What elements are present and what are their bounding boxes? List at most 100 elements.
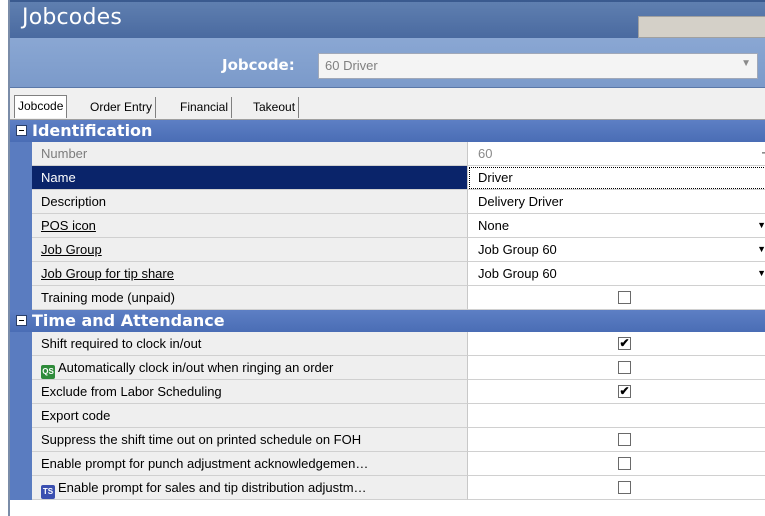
- property-row-shift-required-to-clock-in-out[interactable]: Shift required to clock in/out ✔: [10, 332, 765, 356]
- property-value-text: Job Group 60: [478, 266, 557, 281]
- property-row-exclude-from-labor-scheduling[interactable]: Exclude from Labor Scheduling ✔: [10, 380, 765, 404]
- property-value[interactable]: [468, 286, 765, 310]
- property-row-training-mode-unpaid[interactable]: Training mode (unpaid): [10, 286, 765, 310]
- property-value[interactable]: [468, 404, 765, 428]
- property-name[interactable]: Job Group for tip share: [32, 262, 468, 286]
- property-value[interactable]: [468, 476, 765, 500]
- property-value[interactable]: None ▼: [468, 214, 765, 238]
- window-title: Jobcodes: [22, 5, 123, 30]
- property-name: Export code: [32, 404, 468, 428]
- property-row-pos-icon[interactable]: POS icon None ▼: [10, 214, 765, 238]
- property-value-text: Job Group 60: [478, 242, 557, 257]
- property-name[interactable]: POS icon: [32, 214, 468, 238]
- property-name: Number: [32, 142, 468, 166]
- row-gutter: [10, 142, 32, 166]
- row-gutter: [10, 356, 32, 380]
- row-gutter: [10, 166, 32, 190]
- property-row-number[interactable]: Number 60 ···: [10, 142, 765, 166]
- row-gutter: [10, 190, 32, 214]
- tab-strip: Jobcode Order Entry Financial Takeout: [10, 88, 765, 120]
- jobcode-label: Jobcode:: [222, 56, 295, 74]
- property-name: TS Enable prompt for sales and tip distri…: [32, 476, 468, 500]
- title-search-box[interactable]: [638, 16, 765, 38]
- property-value[interactable]: Driver: [468, 166, 765, 190]
- property-label: Description: [41, 194, 107, 209]
- row-gutter: [10, 238, 32, 262]
- property-value[interactable]: [468, 452, 765, 476]
- property-row-job-group-for-tip-share[interactable]: Job Group for tip share Job Group 60 ▼: [10, 262, 765, 286]
- property-label: Enable prompt for sales and tip distribu…: [58, 480, 367, 495]
- property-row-name[interactable]: Name Driver: [10, 166, 765, 190]
- tab-jobcode[interactable]: Jobcode: [14, 95, 68, 118]
- collapse-icon[interactable]: [16, 315, 27, 326]
- section-time-and-attendance: Time and Attendance: [10, 310, 765, 332]
- checkbox[interactable]: [618, 457, 631, 470]
- jobcode-select-value: 60 Driver: [325, 58, 378, 73]
- property-name: Exclude from Labor Scheduling: [32, 380, 468, 404]
- property-value[interactable]: [468, 428, 765, 452]
- property-name: Name: [32, 166, 468, 190]
- tab-takeout[interactable]: Takeout: [250, 97, 300, 118]
- property-label: Shift required to clock in/out: [41, 336, 202, 351]
- jobcode-select[interactable]: 60 Driver ▼: [318, 53, 758, 79]
- ts-icon: TS: [41, 485, 55, 499]
- checkbox[interactable]: [618, 433, 631, 446]
- property-value[interactable]: ✔: [468, 332, 765, 356]
- row-gutter: [10, 404, 32, 428]
- property-value-text: None: [478, 218, 510, 233]
- checkbox[interactable]: [618, 481, 631, 494]
- property-row-enable-prompt-for-sales-and-tip-distribu[interactable]: TS Enable prompt for sales and tip distri…: [10, 476, 765, 500]
- tab-financial[interactable]: Financial: [177, 97, 233, 118]
- property-row-job-group[interactable]: Job Group Job Group 60 ▼: [10, 238, 765, 262]
- property-row-automatically-clock-in-out-when-ringing-[interactable]: QS Automatically clock in/out when ringin…: [10, 356, 765, 380]
- property-name: Enable prompt for punch adjustment ackno…: [32, 452, 468, 476]
- row-gutter: [10, 452, 32, 476]
- property-value[interactable]: Job Group 60 ▼: [468, 262, 765, 286]
- jobcodes-window: Jobcodes Jobcode: 60 Driver ▼ Jobcode Or…: [8, 0, 765, 516]
- property-row-enable-prompt-for-punch-adjustment-ackno[interactable]: Enable prompt for punch adjustment ackno…: [10, 452, 765, 476]
- checkbox[interactable]: ✔: [618, 385, 631, 398]
- row-gutter: [10, 262, 32, 286]
- title-bar: Jobcodes: [10, 0, 765, 38]
- property-name: Training mode (unpaid): [32, 286, 468, 310]
- row-gutter: [10, 428, 32, 452]
- property-value[interactable]: ✔: [468, 380, 765, 404]
- property-value[interactable]: [468, 356, 765, 380]
- jobcode-selector-bar: Jobcode: 60 Driver ▼: [10, 38, 765, 88]
- checkmark-icon: ✔: [619, 336, 630, 350]
- chevron-down-icon[interactable]: ▼: [757, 220, 765, 230]
- tab-order-entry[interactable]: Order Entry: [87, 97, 157, 118]
- row-gutter: [10, 286, 32, 310]
- property-value[interactable]: Job Group 60 ▼: [468, 238, 765, 262]
- checkbox[interactable]: [618, 291, 631, 304]
- property-name: QS Automatically clock in/out when ringin…: [32, 356, 468, 380]
- collapse-icon[interactable]: [16, 125, 27, 136]
- property-name: Shift required to clock in/out: [32, 332, 468, 356]
- section-title: Identification: [32, 121, 153, 140]
- row-gutter: [10, 332, 32, 356]
- property-row-description[interactable]: Description Delivery Driver: [10, 190, 765, 214]
- property-label: Export code: [41, 408, 111, 423]
- property-label: Automatically clock in/out when ringing …: [58, 360, 334, 375]
- property-label: Exclude from Labor Scheduling: [41, 384, 222, 399]
- property-label: Suppress the shift time out on printed s…: [41, 432, 362, 447]
- property-name: Description: [32, 190, 468, 214]
- row-gutter: [10, 380, 32, 404]
- property-row-export-code[interactable]: Export code: [10, 404, 765, 428]
- checkbox[interactable]: [618, 361, 631, 374]
- chevron-down-icon[interactable]: ▼: [757, 244, 765, 254]
- checkbox[interactable]: ✔: [618, 337, 631, 350]
- row-gutter: [10, 214, 32, 238]
- property-name[interactable]: Job Group: [32, 238, 468, 262]
- chevron-down-icon[interactable]: ▼: [757, 268, 765, 278]
- property-row-suppress-the-shift-time-out-on-printed-s[interactable]: Suppress the shift time out on printed s…: [10, 428, 765, 452]
- property-name: Suppress the shift time out on printed s…: [32, 428, 468, 452]
- property-value-text: Delivery Driver: [478, 194, 564, 209]
- ellipsis-button[interactable]: ···: [761, 145, 765, 159]
- property-label: Training mode (unpaid): [41, 290, 175, 305]
- property-value[interactable]: Delivery Driver: [468, 190, 765, 214]
- chevron-down-icon[interactable]: ▼: [741, 58, 751, 69]
- property-grid: Identification Number 60 ··· Name Driver Descr…: [10, 120, 765, 500]
- property-value: 60 ···: [468, 142, 765, 166]
- qs-icon: QS: [41, 365, 55, 379]
